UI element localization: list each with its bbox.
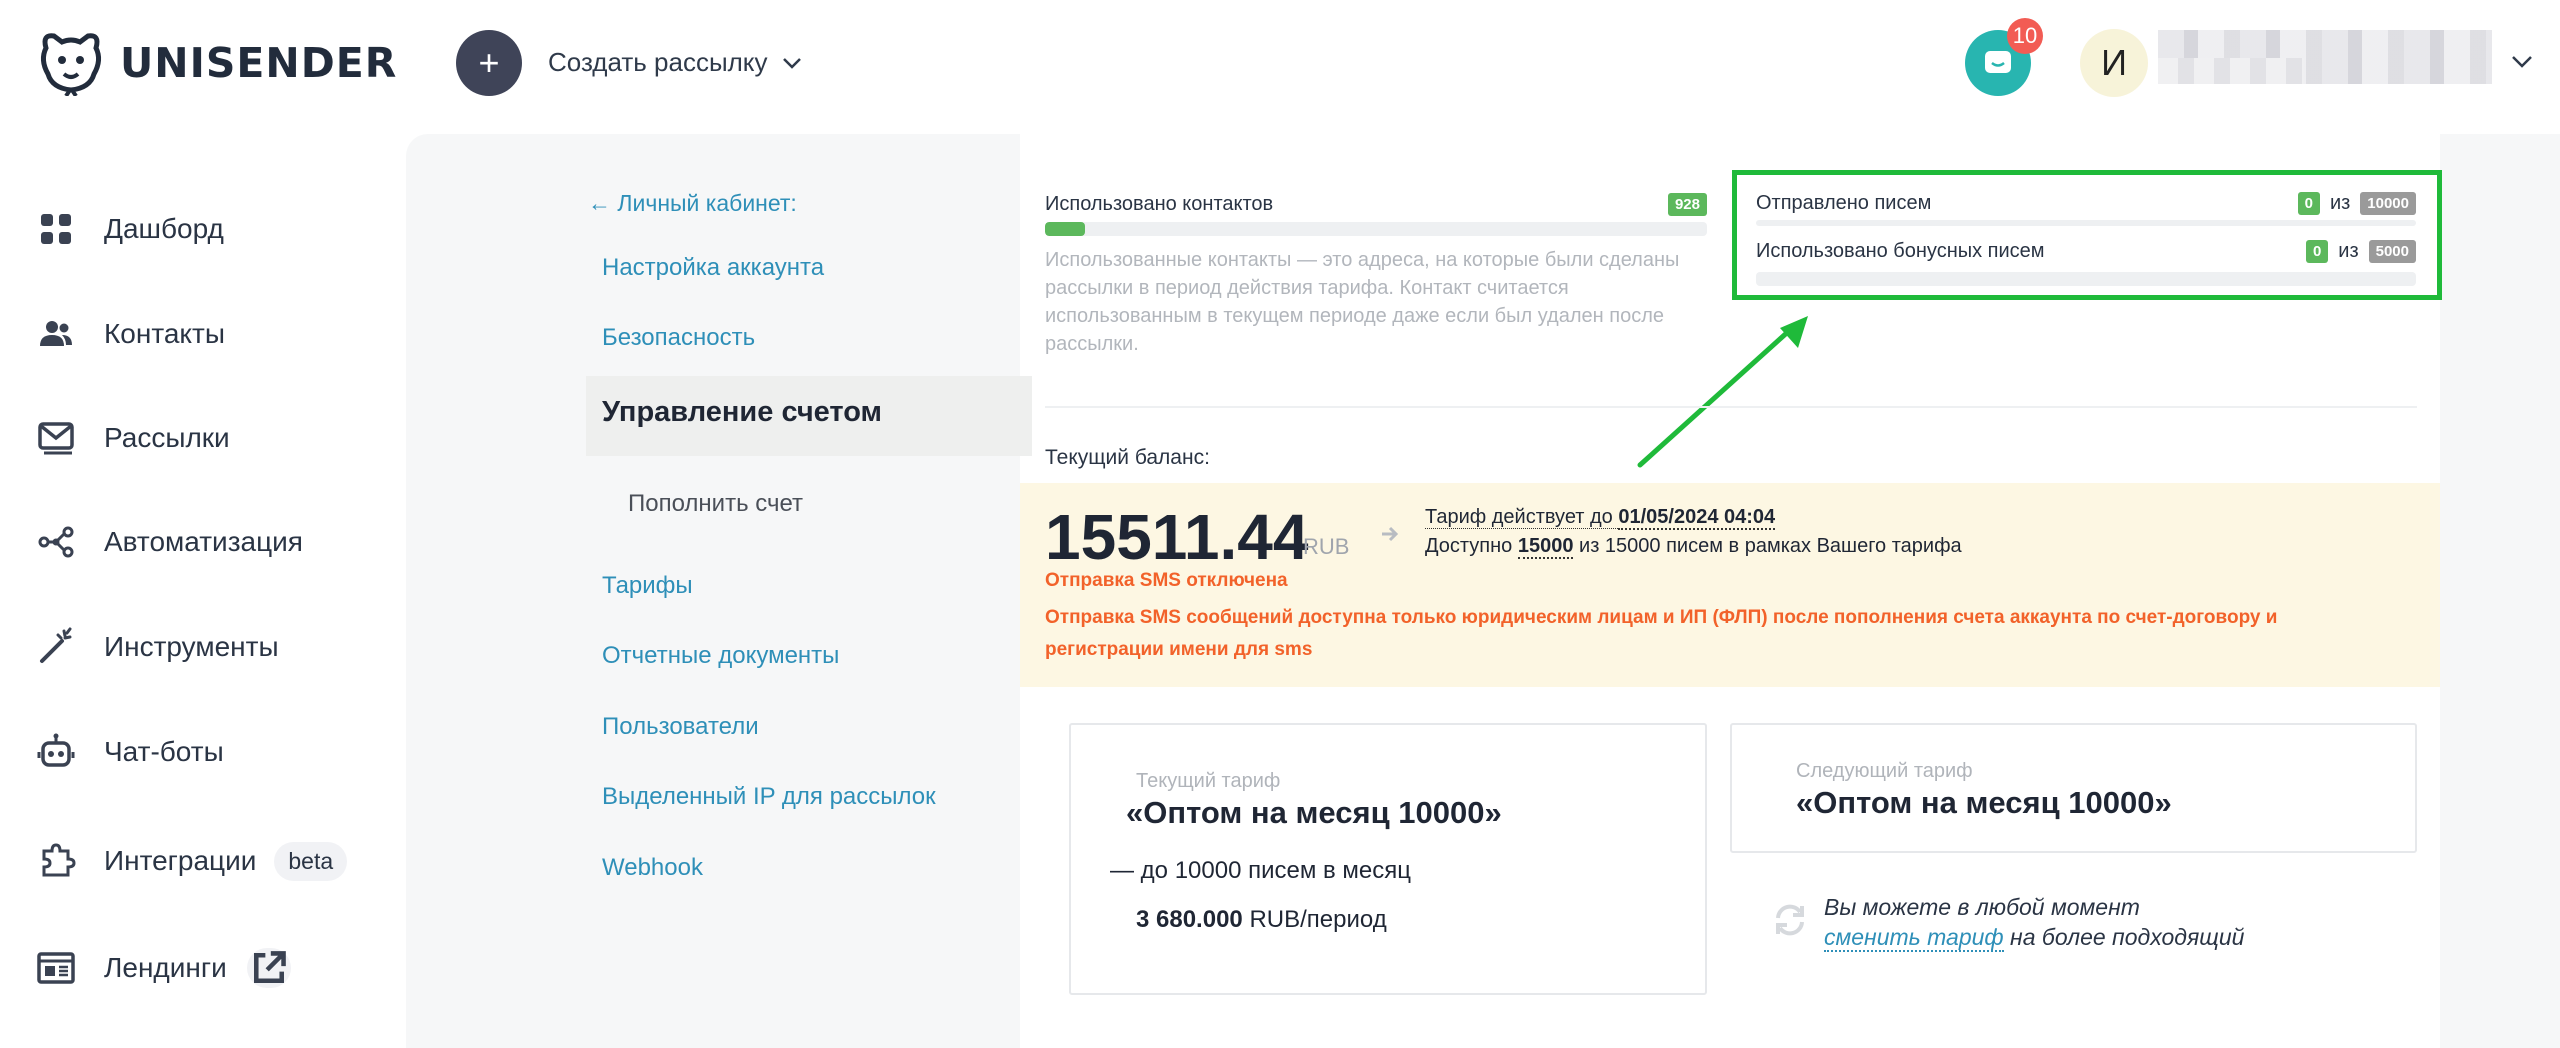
notification-badge: 10 [2007,18,2043,54]
submenu-top-up[interactable]: Пополнить счет [628,490,803,518]
sidebar-item-label: Инструменты [104,631,279,662]
sidebar-item-tools[interactable]: Инструменты [36,622,279,672]
submenu-webhook[interactable]: Webhook [602,854,703,882]
contacts-usage-label: Использовано контактов [1045,192,1274,215]
contacts-progress-fill [1045,222,1085,236]
change-tariff-link[interactable]: сменить тариф [1824,924,2004,952]
submenu-users[interactable]: Пользователи [602,713,759,741]
submenu-account-settings[interactable]: Настройка аккаунта [602,254,824,282]
balance-label: Текущий баланс: [1045,446,1210,469]
next-tariff-name: «Оптом на месяц 10000» [1796,785,2172,820]
change-tariff-line2: на более подходящий [2003,924,2245,950]
available-suffix: из 15000 писем в рамках Вашего тарифа [1573,535,1962,557]
change-tariff-text: Вы можете в любой момент сменить тариф н… [1824,892,2244,952]
contacts-progress-bar [1045,222,1707,236]
logo-text: UNISENDER [120,39,398,87]
arrow-right-icon [1382,526,1399,542]
submenu-billing-label: Управление счетом [602,396,883,428]
submenu-documents[interactable]: Отчетные документы [602,642,839,670]
avatar-letter: И [2101,42,2127,83]
chat-icon [1985,51,2011,73]
tariff-valid-date: 01/05/2024 04:04 [1618,506,1776,530]
next-tariff-label: Следующий тариф [1796,760,1973,782]
available-count: 15000 [1517,535,1574,559]
refresh-icon [1776,904,1804,936]
create-campaign-label: Создать рассылку [548,47,768,77]
beta-badge: beta [274,841,348,881]
dog-logo-icon [40,33,102,96]
magic-wand-icon [40,627,72,663]
current-tariff-price-unit: RUB/период [1242,906,1387,933]
create-campaign-dropdown[interactable]: Создать рассылку [548,47,803,78]
plus-icon: + [478,42,500,83]
highlight-box [1732,170,2442,300]
chevron-down-icon [783,57,802,69]
avatar[interactable]: И [2080,29,2148,97]
current-tariff-name: «Оптом на месяц 10000» [1126,795,1502,830]
tariff-valid-prefix: Тариф действует до [1425,506,1619,529]
contacts-usage-meter: Использовано контактов 928 [1045,190,1707,236]
sidebar-item-contacts[interactable]: Контакты [36,309,225,359]
dashboard-icon [41,214,71,244]
sms-disabled-notice: Отправка SMS отключена [1045,570,1288,591]
balance-currency: RUB [1303,534,1350,559]
sidebar-item-label: Чат-боты [104,736,224,767]
submenu-billing-active[interactable]: Управление счетом [586,376,1032,456]
sidebar-item-label: Лендинги [104,952,227,983]
automation-icon [38,526,74,558]
balance-amount: 15511.44 [1045,501,1309,573]
current-tariff-price: 3 680.000 [1136,906,1243,933]
external-link-icon[interactable] [246,948,291,988]
divider [1045,406,2417,408]
blurred-user-email [2158,58,2304,84]
back-to-account-link[interactable]: ← Личный кабинет: [588,190,797,217]
sidebar-item-label: Контакты [104,318,225,349]
create-campaign-button[interactable]: + [456,30,522,96]
available-emails: Доступно 15000 из 15000 писем в рамках В… [1425,535,1962,559]
contacts-count-badge: 928 [1667,192,1707,216]
sidebar-item-automation[interactable]: Автоматизация [36,517,303,567]
sms-warning: Отправка SMS сообщений доступна только ю… [1045,607,2278,660]
submenu-dedicated-ip[interactable]: Выделенный IP для рассылок [602,783,936,811]
sidebar-item-integrations[interactable]: Интеграции beta [36,836,348,886]
sidebar-item-campaigns[interactable]: Рассылки [36,413,230,463]
contacts-icon [40,321,72,346]
robot-icon [37,733,75,767]
landing-icon [37,952,75,984]
current-tariff-price-line: 3 680.000 RUB/период [1136,906,1387,934]
user-menu-chevron-icon[interactable] [2508,48,2536,76]
sidebar-item-label: Автоматизация [104,526,303,557]
logo[interactable]: UNISENDER [36,30,397,96]
sidebar-item-label: Рассылки [104,422,230,453]
sidebar-item-chatbots[interactable]: Чат-боты [36,727,224,777]
current-tariff-limit: — до 10000 писем в месяц [1110,857,1412,884]
change-tariff-line1: Вы можете в любой момент [1824,894,2140,920]
submenu-tariffs[interactable]: Тарифы [602,572,693,600]
sidebar-item-label: Дашборд [104,213,224,244]
puzzle-icon [42,843,76,877]
sidebar-item-label: Интеграции [104,845,257,876]
annotation-arrow-icon [1637,316,1808,468]
mail-icon [38,422,74,455]
contacts-hint: Использованные контакты — это адреса, на… [1045,249,1680,355]
submenu-security[interactable]: Безопасность [602,324,755,352]
available-prefix: Доступно [1425,535,1518,557]
sidebar-item-dashboard[interactable]: Дашборд [36,204,224,254]
current-tariff-label: Текущий тариф [1136,770,1281,792]
sidebar-item-landings[interactable]: Лендинги [36,943,291,993]
tariff-valid-until: Тариф действует до 01/05/2024 04:04 [1425,506,1776,530]
